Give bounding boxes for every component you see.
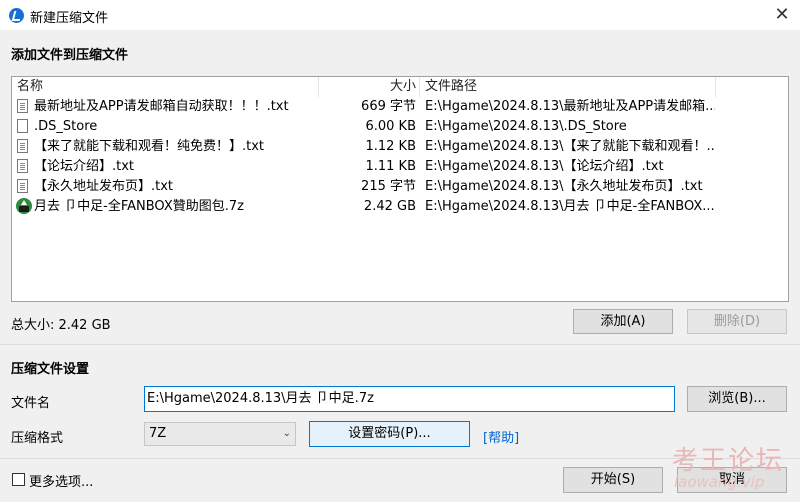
file-size: 215 字节 <box>361 179 416 194</box>
file-name: 最新地址及APP请发邮箱自动获取！！！.txt <box>34 99 289 114</box>
text-file-icon <box>17 179 28 193</box>
file-row[interactable]: 【论坛介绍】.txt 1.11 KB E:\Hgame\2024.8.13\【论… <box>12 157 786 177</box>
format-label: 压缩格式 <box>11 431 64 446</box>
file-path: E:\Hgame\2024.8.13\.DS_Store <box>425 119 627 134</box>
column-divider[interactable] <box>419 77 420 97</box>
text-file-icon <box>17 99 28 113</box>
file-row[interactable]: 【永久地址发布页】.txt 215 字节 E:\Hgame\2024.8.13\… <box>12 177 786 197</box>
settings-heading: 压缩文件设置 <box>11 362 90 377</box>
file-path: E:\Hgame\2024.8.13\【来了就能下载和观看！... <box>425 139 715 154</box>
app-logo-icon <box>9 8 24 23</box>
file-size: 1.12 KB <box>365 139 416 154</box>
more-options-checkbox[interactable] <box>12 473 25 486</box>
window-title: 新建压缩文件 <box>30 11 109 26</box>
blank-file-icon <box>17 119 28 133</box>
title-bar: 新建压缩文件 ✕ <box>0 0 800 30</box>
file-name: 【来了就能下载和观看！纯免费！】.txt <box>34 139 265 154</box>
column-divider[interactable] <box>318 77 319 97</box>
close-icon[interactable]: ✕ <box>768 4 796 26</box>
column-header-size[interactable]: 大小 <box>390 77 416 97</box>
format-selected-value: 7Z <box>149 426 167 441</box>
file-row[interactable]: 【来了就能下载和观看！纯免费！】.txt 1.12 KB E:\Hgame\20… <box>12 137 786 157</box>
more-options-label[interactable]: 更多选项... <box>29 471 93 490</box>
file-row[interactable]: .DS_Store 6.00 KB E:\Hgame\2024.8.13\.DS… <box>12 117 786 137</box>
browse-button[interactable]: 浏览(B)... <box>687 386 787 412</box>
file-path: E:\Hgame\2024.8.13\【论坛介绍】.txt <box>425 159 664 174</box>
file-name: 月去 卩中足-全FANBOX贊助图包.7z <box>34 199 244 214</box>
file-name: 【论坛介绍】.txt <box>34 159 135 174</box>
file-list[interactable]: 名称 大小 文件路径 最新地址及APP请发邮箱自动获取！！！.txt 669 字… <box>11 76 789 302</box>
7z-archive-icon <box>16 198 32 214</box>
chevron-down-icon: ⌄ <box>282 428 291 439</box>
file-size: 1.11 KB <box>365 159 416 174</box>
text-file-icon <box>17 139 28 153</box>
file-path: E:\Hgame\2024.8.13\【永久地址发布页】.txt <box>425 179 703 194</box>
add-button[interactable]: 添加(A) <box>573 309 673 334</box>
watermark-url: laowang.vip <box>674 473 765 491</box>
file-name: 【永久地址发布页】.txt <box>34 179 174 194</box>
file-path: E:\Hgame\2024.8.13\月去 卩中足-全FANBOX... <box>425 199 715 214</box>
watermark-text: 考王论坛 <box>672 446 785 476</box>
file-row[interactable]: 月去 卩中足-全FANBOX贊助图包.7z 2.42 GB E:\Hgame\2… <box>12 197 786 217</box>
help-link[interactable]: [帮助] <box>483 427 519 446</box>
delete-button[interactable]: 删除(D) <box>687 309 787 334</box>
total-size-label: 总大小: 2.42 GB <box>11 318 111 333</box>
set-password-button[interactable]: 设置密码(P)... <box>309 421 470 447</box>
format-select[interactable]: 7Z ⌄ <box>144 422 296 446</box>
file-name: .DS_Store <box>34 119 98 134</box>
text-file-icon <box>17 159 28 173</box>
file-path: E:\Hgame\2024.8.13\最新地址及APP请发邮箱... <box>425 99 715 114</box>
column-header-name[interactable]: 名称 <box>17 77 43 97</box>
add-files-heading: 添加文件到压缩文件 <box>11 48 129 63</box>
start-button[interactable]: 开始(S) <box>563 467 663 493</box>
file-size: 2.42 GB <box>363 199 416 214</box>
file-row[interactable]: 最新地址及APP请发邮箱自动获取！！！.txt 669 字节 E:\Hgame\… <box>12 97 786 117</box>
file-size: 6.00 KB <box>365 119 416 134</box>
file-size: 669 字节 <box>361 99 416 114</box>
filename-label: 文件名 <box>11 396 51 411</box>
column-divider[interactable] <box>715 77 716 97</box>
filename-input[interactable]: E:\Hgame\2024.8.13\月去 卩中足.7z <box>144 386 675 412</box>
column-header-path[interactable]: 文件路径 <box>425 77 477 97</box>
section-divider <box>0 344 800 345</box>
